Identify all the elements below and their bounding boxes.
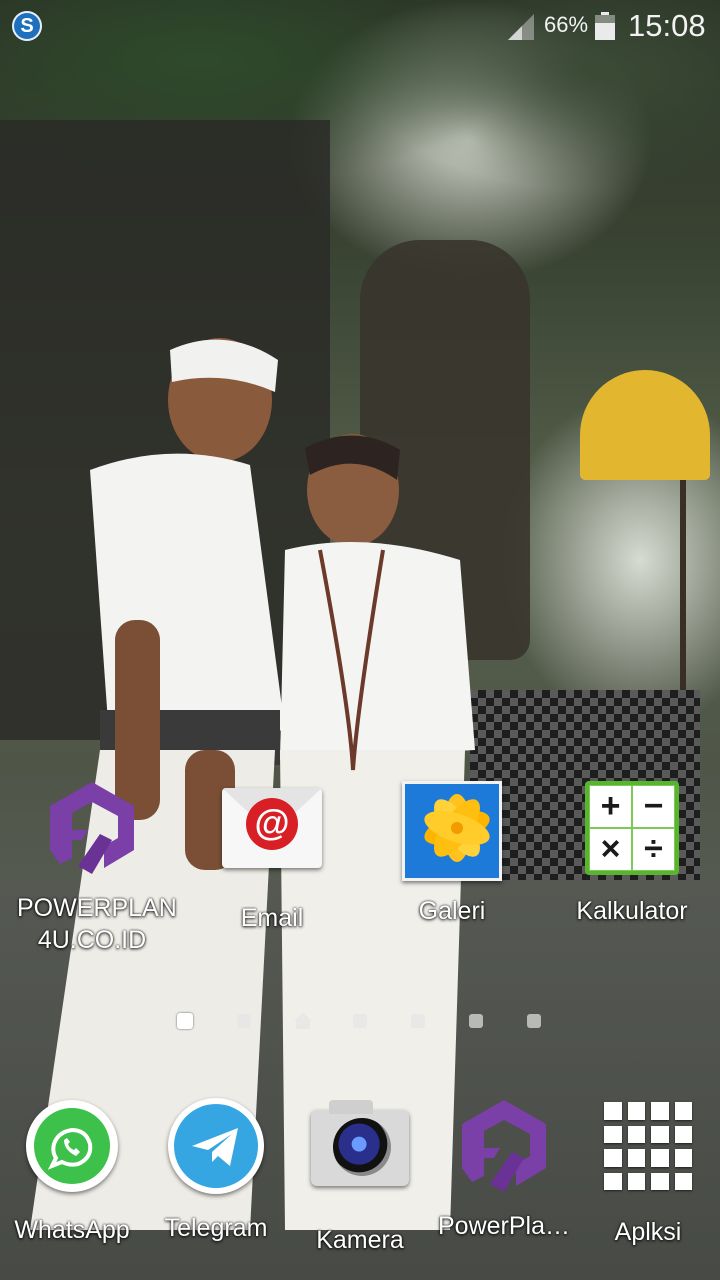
s-circle-icon[interactable]: S [12, 11, 42, 41]
app-email[interactable]: @ Email [197, 778, 347, 934]
telegram-icon [166, 1098, 266, 1198]
app-galeri[interactable]: Galeri [377, 778, 527, 927]
page-indicator [0, 1012, 720, 1032]
page-dot[interactable] [527, 1014, 541, 1028]
gallery-icon [402, 781, 502, 881]
app-label: PowerPla… [438, 1212, 570, 1240]
app-label: Email [240, 904, 304, 932]
wallpaper-umbrella-pole [680, 470, 686, 690]
page-dot[interactable] [237, 1014, 251, 1028]
home-wallpaper [0, 0, 720, 1280]
dock-app-drawer[interactable]: Aplksi [573, 1096, 720, 1248]
app-label: POWERPLAN 4U.CO.ID [17, 894, 177, 954]
email-icon: @ [222, 788, 322, 888]
dock-app-whatsapp[interactable]: WhatsApp [0, 1096, 147, 1246]
app-label: Kamera [316, 1226, 404, 1254]
app-drawer-icon [598, 1102, 698, 1202]
battery-percent: 66% [544, 12, 589, 37]
app-label: WhatsApp [14, 1216, 130, 1244]
app-label: Telegram [164, 1214, 268, 1242]
home-page-icon[interactable] [294, 1013, 312, 1029]
signal-icon [508, 14, 534, 40]
app-label: Aplksi [614, 1218, 682, 1246]
page-dot[interactable] [469, 1014, 483, 1028]
powerplan-logo-icon [454, 1096, 554, 1196]
camera-icon [310, 1100, 410, 1210]
dock-app-powerplan[interactable]: PowerPla… [429, 1096, 579, 1242]
page-dot[interactable] [353, 1014, 367, 1028]
powerplan-logo-icon [42, 778, 142, 878]
dock-app-telegram[interactable]: Telegram [141, 1096, 291, 1244]
dock-app-kamera[interactable]: Kamera [285, 1096, 435, 1256]
page-dot[interactable] [411, 1014, 425, 1028]
calculator-icon: + − × ÷ [582, 781, 682, 881]
page-dot-active[interactable] [177, 1013, 193, 1029]
app-powerplan-home[interactable]: POWERPLAN 4U.CO.ID [17, 778, 177, 956]
status-bar: S 66% 15:08 [0, 0, 720, 52]
app-kalkulator[interactable]: + − × ÷ Kalkulator [557, 778, 707, 927]
app-label: Kalkulator [576, 897, 688, 925]
status-clock: 15:08 [628, 8, 706, 43]
whatsapp-icon [22, 1100, 122, 1200]
battery-icon [595, 12, 615, 40]
app-label: Galeri [418, 897, 486, 925]
wallpaper-yellow-umbrella [580, 370, 710, 480]
